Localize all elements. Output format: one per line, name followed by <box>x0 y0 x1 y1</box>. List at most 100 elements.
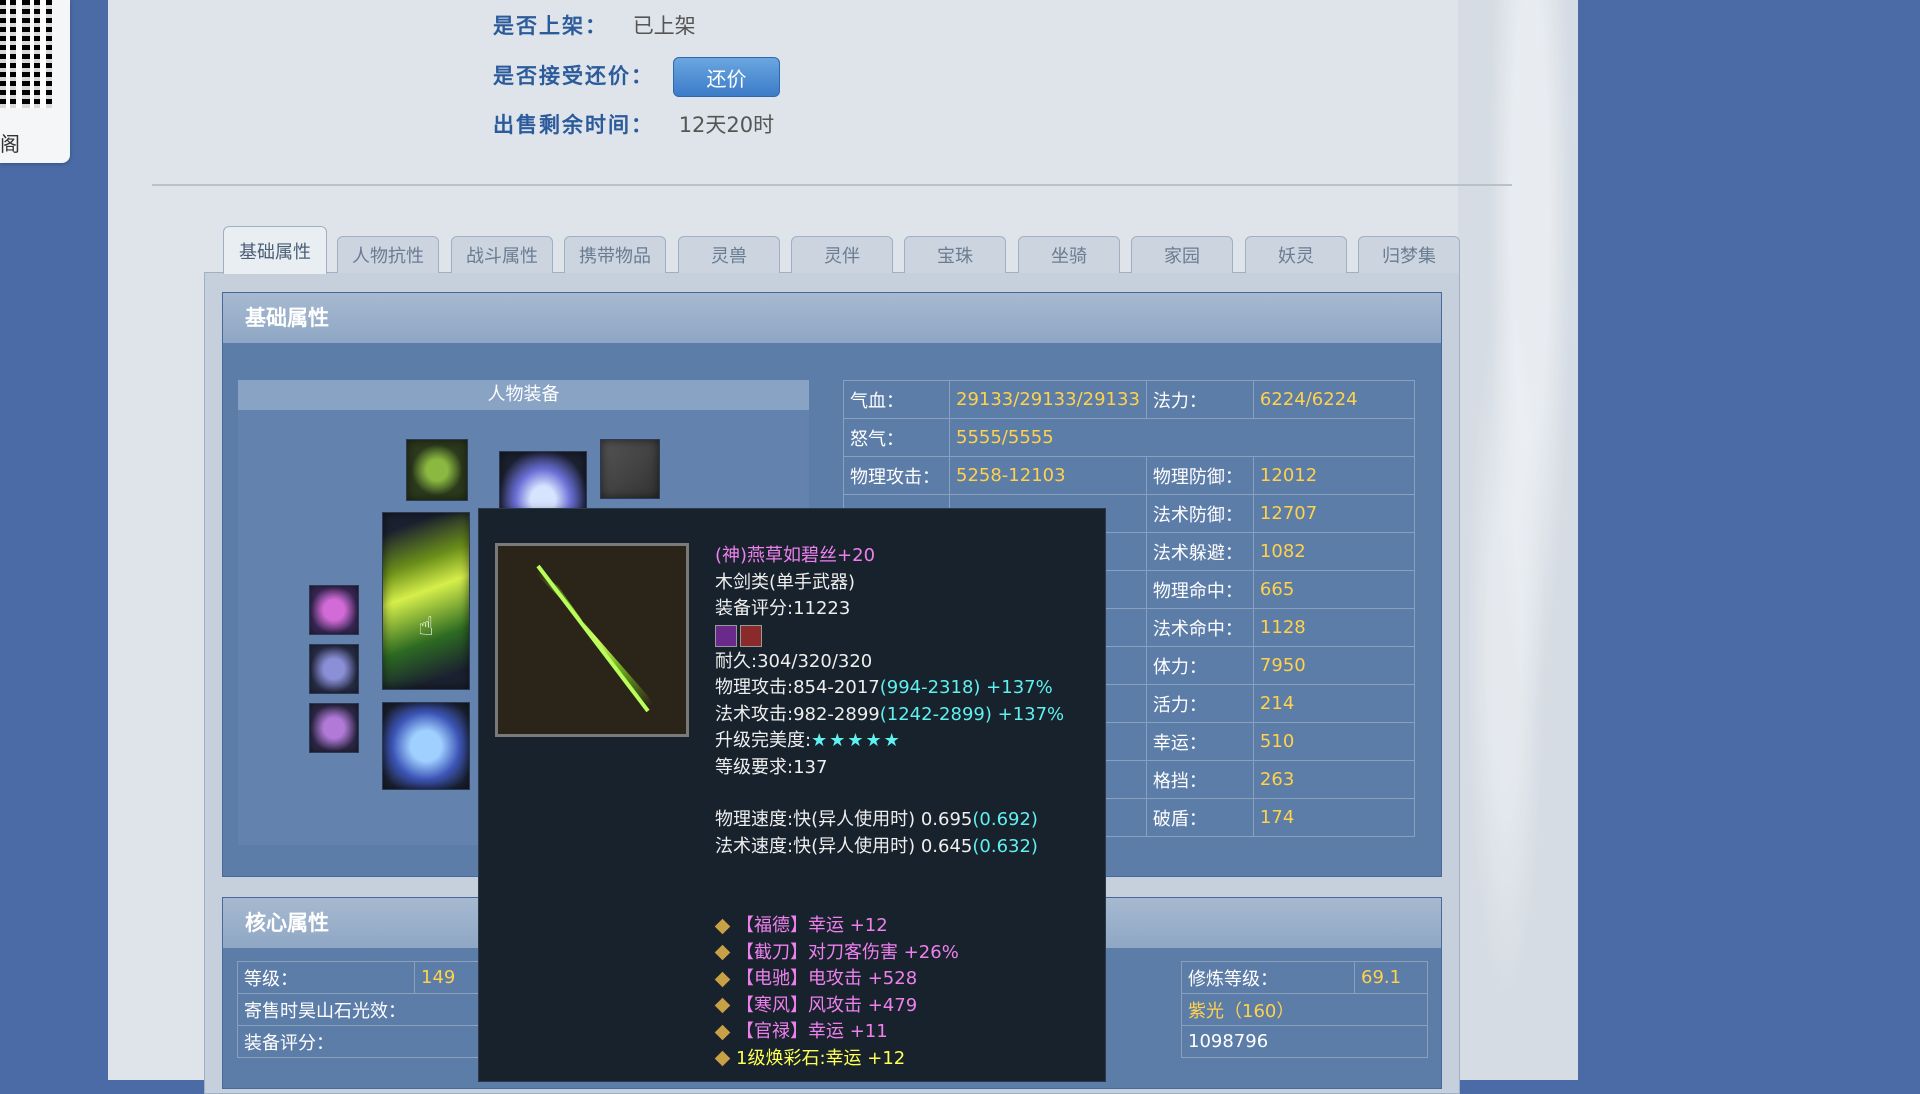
equipment-score-value: 1098796 <box>1181 1025 1428 1058</box>
gem-slot-red-icon <box>740 624 762 647</box>
tab-spirit-beast[interactable]: 灵兽 <box>678 236 780 273</box>
upgrade-label: 升级完美度: <box>715 730 812 751</box>
item-type: 木剑类(单手武器) <box>715 571 856 593</box>
magic-hit-value: 1128 <box>1252 608 1415 647</box>
equipment-title: 人物装备 <box>238 380 809 410</box>
tab-combat-attributes[interactable]: 战斗属性 <box>451 236 553 273</box>
magic-dodge-value: 1082 <box>1252 532 1415 571</box>
magic-dodge-label: 法术躲避： <box>1145 532 1254 571</box>
tab-dream-collection[interactable]: 归梦集 <box>1358 236 1460 273</box>
magic-speed-base: 法术速度:快(异人使用时) 0.645 <box>715 835 973 857</box>
physical-defense-label: 物理防御： <box>1145 456 1254 495</box>
glow-value: 紫光（160） <box>1181 993 1428 1026</box>
tab-resistance[interactable]: 人物抗性 <box>337 236 439 273</box>
decorative-ornament <box>1458 0 1578 1080</box>
equip-slot-weapon[interactable] <box>382 512 470 690</box>
equip-slot-boots[interactable] <box>382 702 470 790</box>
item-upgrade-perfection: 升级完美度:★★★★★ <box>715 728 1064 755</box>
gem-slots <box>715 623 1064 649</box>
qr-code-card: 阁 <box>0 0 70 163</box>
affix-text: 【截刀】对刀客伤害 +26% <box>736 941 959 963</box>
item-magic-attack: 法术攻击:982-2899(1242-2899) +137% <box>715 702 1064 729</box>
tab-demon-spirit[interactable]: 妖灵 <box>1245 236 1347 273</box>
tooltip-spacer <box>715 860 1064 913</box>
item-score: 装备评分:11223 <box>715 598 851 619</box>
affix-text: 【官禄】幸运 +11 <box>736 1021 888 1042</box>
core-stats-right-table: 修炼等级： 69.1 紫光（160） 1098796 <box>1181 961 1428 1058</box>
item-magic-speed: 法术速度:快(异人使用时) 0.645(0.632) <box>715 834 1064 861</box>
listed-label: 是否上架： <box>493 14 608 38</box>
physical-attack-bonus: (994-2318) +137% <box>879 677 1053 698</box>
mouse-cursor-icon: ☝ <box>418 612 434 642</box>
vitality-label: 活力： <box>1145 684 1254 723</box>
constitution-label: 体力： <box>1145 646 1254 685</box>
affix-diamond-icon <box>714 944 731 961</box>
affix-line: 【寒风】风攻击 +479 <box>714 993 1064 1020</box>
magic-defense-value: 12707 <box>1252 494 1415 533</box>
physical-hit-label: 物理命中： <box>1145 570 1254 609</box>
affix-diamond-icon <box>714 918 731 935</box>
tab-spirit-companion[interactable]: 灵伴 <box>791 236 893 273</box>
block-label: 格挡： <box>1145 760 1254 799</box>
shield-break-value: 174 <box>1252 798 1415 837</box>
upgrade-stars: ★★★★★ <box>811 730 902 751</box>
item-name: (神)燕草如碧丝+20 <box>715 545 876 566</box>
physical-attack-value: 5258-12103 <box>949 456 1147 495</box>
physical-attack-label: 物理攻击： <box>843 456 950 495</box>
listed-row: 是否上架： 已上架 <box>493 10 696 40</box>
basic-attributes-header: 基础属性 <box>223 293 1441 343</box>
mp-value: 6224/6224 <box>1252 380 1415 419</box>
level-label: 等级： <box>237 961 415 994</box>
tab-carried-items[interactable]: 携带物品 <box>564 236 666 273</box>
tooltip-spacer <box>715 781 1064 807</box>
physical-speed-bonus: (0.692) <box>972 809 1038 830</box>
affix-line: 【福德】幸运 +12 <box>714 913 1064 940</box>
physical-speed-base: 物理速度:快(异人使用时) 0.695 <box>715 809 973 830</box>
equip-slot-talisman[interactable] <box>600 439 660 499</box>
listed-value: 已上架 <box>632 14 696 38</box>
magic-attack-base: 法术攻击:982-2899 <box>715 703 880 725</box>
physical-defense-value: 12012 <box>1252 456 1415 495</box>
constitution-value: 7950 <box>1252 646 1415 685</box>
tab-orb[interactable]: 宝珠 <box>904 236 1006 273</box>
level-value: 149 <box>414 961 488 994</box>
counteroffer-button[interactable]: 还价 <box>673 57 780 97</box>
counteroffer-row: 是否接受还价： <box>493 60 654 90</box>
luck-value: 510 <box>1252 722 1415 761</box>
cultivation-label: 修炼等级： <box>1181 961 1355 994</box>
equip-slot-bracer[interactable] <box>309 703 359 753</box>
remaining-time-label: 出售剩余时间： <box>493 113 654 137</box>
luck-label: 幸运： <box>1145 722 1254 761</box>
tab-home[interactable]: 家园 <box>1131 236 1233 273</box>
gem-slot-purple-icon <box>715 624 737 647</box>
mp-label: 法力： <box>1145 380 1254 419</box>
equip-slot-ring-2[interactable] <box>309 644 359 694</box>
equip-slot-ring-1[interactable] <box>309 585 359 635</box>
equip-slot-helmet[interactable] <box>499 451 587 513</box>
block-value: 263 <box>1252 760 1415 799</box>
item-tooltip: (神)燕草如碧丝+20 木剑类(单手武器) 装备评分:11223 耐久:304/… <box>478 508 1106 1082</box>
tab-basic-attributes[interactable]: 基础属性 <box>223 226 327 274</box>
counteroffer-label: 是否接受还价： <box>493 64 654 88</box>
affix-diamond-icon <box>714 1024 731 1041</box>
weapon-image <box>495 543 689 737</box>
tooltip-text: (神)燕草如碧丝+20 木剑类(单手武器) 装备评分:11223 耐久:304/… <box>714 543 1064 1072</box>
magic-defense-label: 法术防御： <box>1145 494 1254 533</box>
consign-glow-label: 寄售时昊山石光效： <box>237 993 488 1026</box>
physical-attack-base: 物理攻击:854-2017 <box>715 677 880 698</box>
affix-text: 【寒风】风攻击 +479 <box>736 994 918 1016</box>
vitality-value: 214 <box>1252 684 1415 723</box>
qr-caption: 阁 <box>0 132 20 156</box>
affix-diamond-icon <box>714 971 731 988</box>
affix-diamond-icon <box>714 1050 731 1067</box>
sword-icon <box>498 546 686 734</box>
tab-mount[interactable]: 坐骑 <box>1018 236 1120 273</box>
equipment-score-label: 装备评分： <box>237 1025 488 1058</box>
shield-break-label: 破盾： <box>1145 798 1254 837</box>
affix-diamond-icon <box>714 997 731 1014</box>
affix-line: 【电驰】电攻击 +528 <box>714 966 1064 993</box>
qr-code-image <box>0 0 52 108</box>
equip-slot-amulet[interactable] <box>406 439 468 501</box>
remaining-time-value: 12天20时 <box>678 113 775 137</box>
hp-value: 29133/29133/29133 <box>949 380 1147 419</box>
